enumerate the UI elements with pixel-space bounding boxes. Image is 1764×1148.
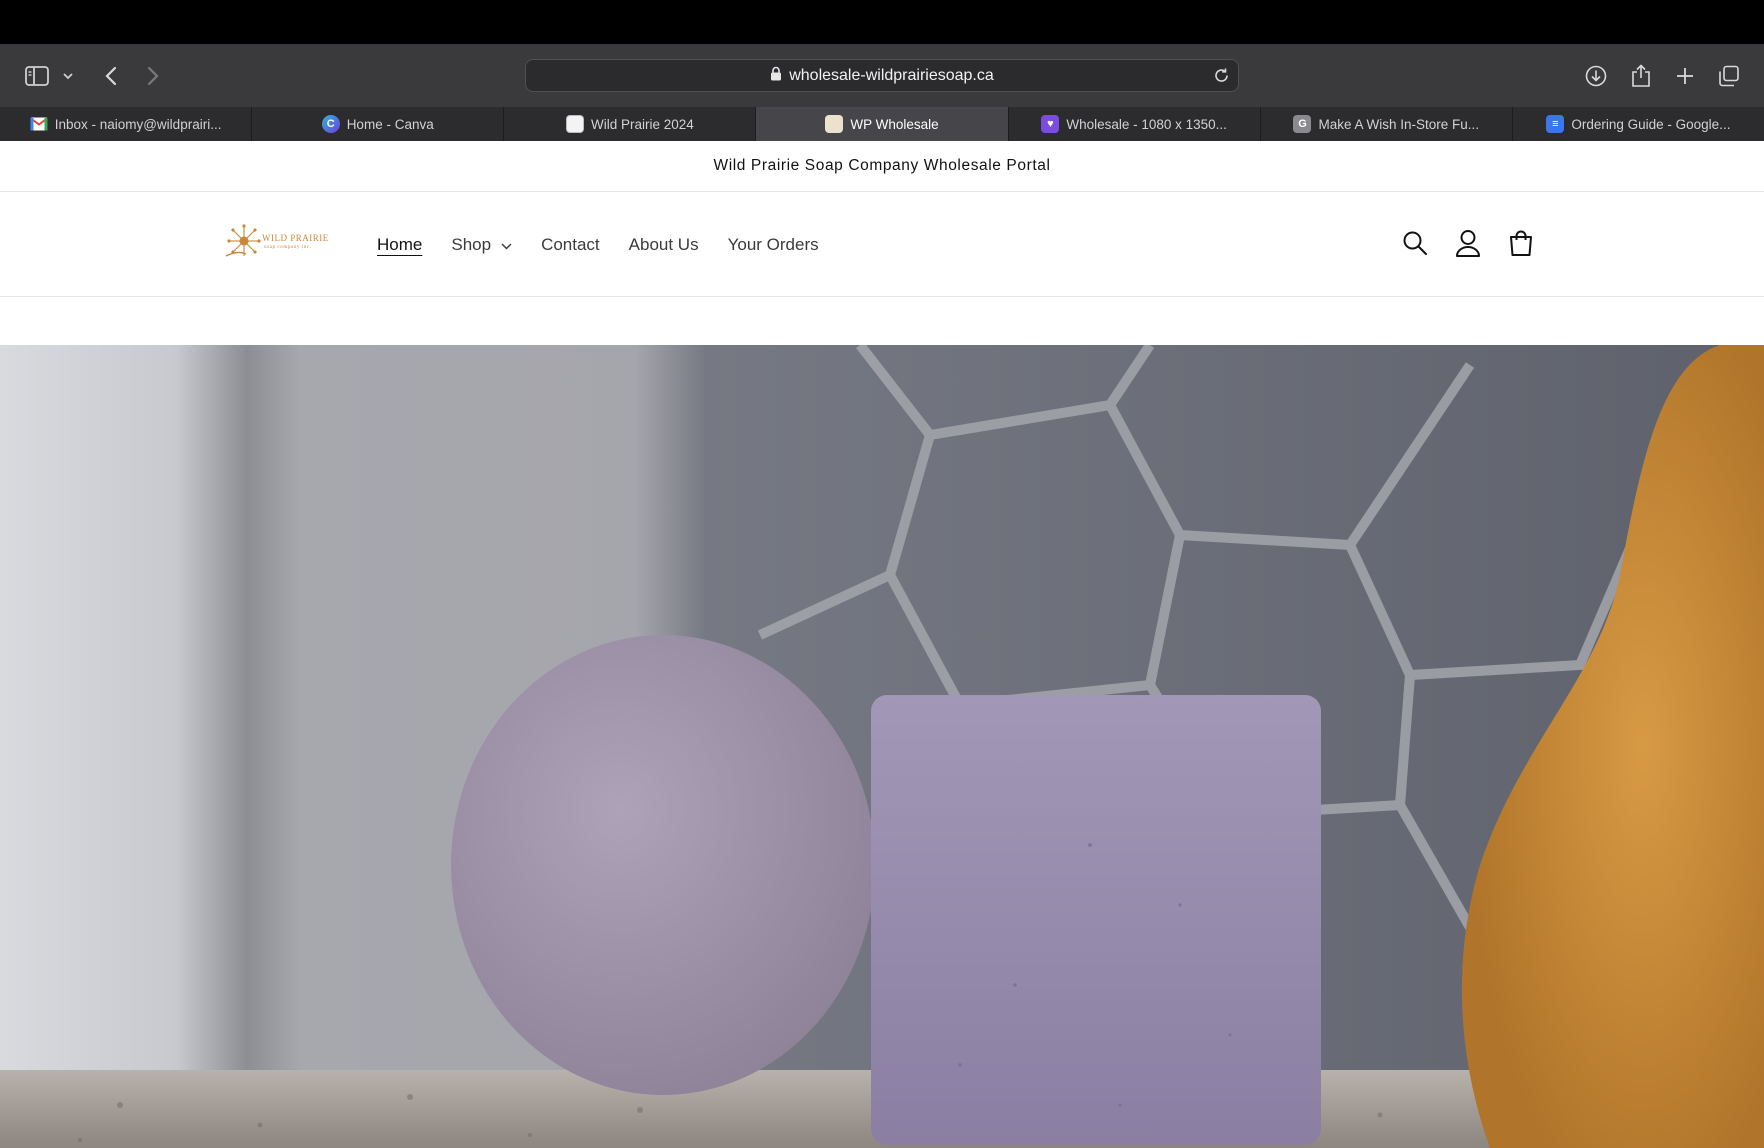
download-icon[interactable]	[1583, 44, 1609, 107]
chevron-down-icon	[501, 235, 512, 255]
google-g-icon: G	[1293, 115, 1312, 133]
address-bar[interactable]: wholesale-wildprairiesoap.ca	[525, 59, 1239, 92]
nav-contact[interactable]: Contact	[541, 235, 600, 255]
tab-inbox[interactable]: Inbox - naiomy@wildprairi...	[0, 107, 253, 141]
new-tab-icon[interactable]	[1672, 44, 1698, 107]
lock-icon	[770, 66, 782, 86]
announcement-bar: Wild Prairie Soap Company Wholesale Port…	[0, 141, 1764, 192]
docs-icon: ≡	[1546, 115, 1565, 133]
site-header: WILD PRAIRIE soap company inc. Home Shop…	[0, 192, 1764, 297]
canva-icon: C	[321, 115, 340, 133]
heart-icon: ♥	[1041, 115, 1060, 133]
nav-about-us[interactable]: About Us	[629, 235, 699, 255]
url-text: wholesale-wildprairiesoap.ca	[789, 66, 994, 84]
wp-icon	[825, 115, 844, 133]
site-icon	[565, 115, 584, 133]
tab-wild-prairie-2024[interactable]: Wild Prairie 2024	[504, 107, 757, 141]
store-logo[interactable]: WILD PRAIRIE soap company inc.	[224, 220, 328, 264]
logo-text: WILD PRAIRIE	[262, 233, 329, 243]
tab-make-a-wish[interactable]: G Make A Wish In-Store Fu...	[1261, 107, 1513, 141]
search-icon[interactable]	[1398, 226, 1432, 260]
share-icon[interactable]	[1628, 44, 1654, 107]
hero-image	[0, 345, 1764, 1148]
cart-icon[interactable]	[1504, 226, 1538, 260]
nav-your-orders[interactable]: Your Orders	[728, 235, 819, 255]
tab-wp-wholesale[interactable]: WP Wholesale	[756, 107, 1009, 141]
announcement-text: Wild Prairie Soap Company Wholesale Port…	[713, 157, 1051, 174]
tab-canva[interactable]: C Home - Canva	[252, 107, 505, 141]
tab-overview-icon[interactable]	[1716, 44, 1742, 107]
reload-icon[interactable]	[1213, 67, 1230, 89]
nav-home[interactable]: Home	[377, 235, 422, 255]
tab-wholesale-canva[interactable]: ♥ Wholesale - 1080 x 1350...	[1009, 107, 1261, 141]
gmail-icon	[30, 115, 48, 133]
tab-bar: Inbox - naiomy@wildprairi... C Home - Ca…	[0, 107, 1764, 141]
chevron-down-icon[interactable]	[60, 44, 76, 107]
account-icon[interactable]	[1451, 226, 1485, 260]
sidebar-toggle-icon[interactable]	[22, 44, 52, 107]
logo-subtext: soap company inc.	[264, 245, 312, 250]
back-icon[interactable]	[100, 44, 122, 107]
forward-icon[interactable]	[142, 44, 164, 107]
nav-shop[interactable]: Shop	[451, 235, 512, 255]
main-nav: Home Shop Contact About Us Your Orders	[377, 192, 848, 297]
web-page: Wild Prairie Soap Company Wholesale Port…	[0, 141, 1764, 1148]
tab-ordering-guide[interactable]: ≡ Ordering Guide - Google...	[1513, 107, 1764, 141]
menu-bar	[0, 0, 1764, 44]
